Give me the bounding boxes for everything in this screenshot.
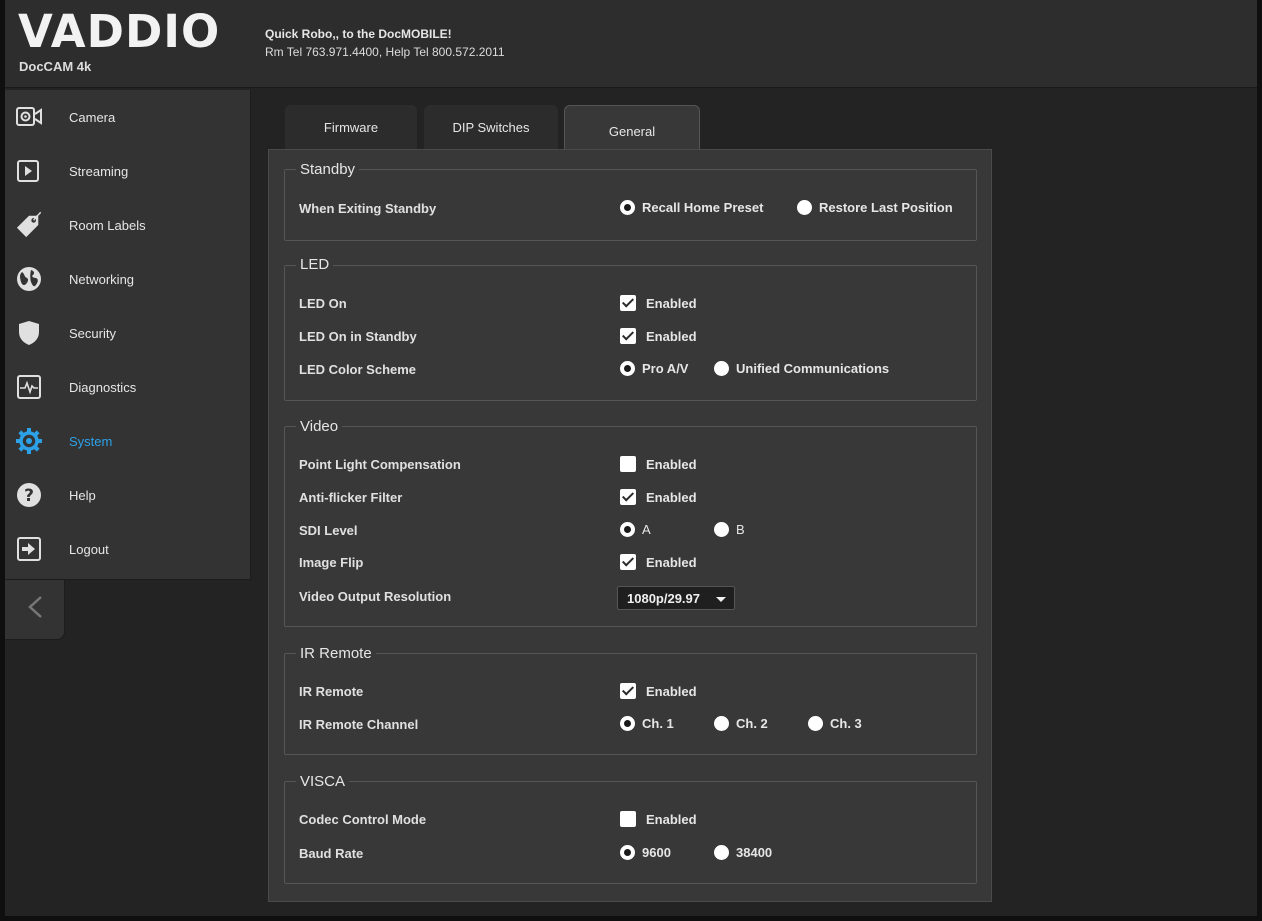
video-legend: Video	[296, 418, 343, 436]
led-on-label: LED On	[299, 296, 347, 311]
sdi-level-a-radio[interactable]: A	[620, 522, 651, 537]
video-output-resolution-label: Video Output Resolution	[299, 589, 452, 604]
tab-general[interactable]: General	[564, 105, 700, 152]
sidebar-item-networking[interactable]: Networking	[5, 252, 251, 306]
checkbox	[620, 489, 636, 505]
play-icon	[16, 158, 42, 184]
sdi-level-label: SDI Level	[299, 523, 358, 538]
point-light-compensation-label: Point Light Compensation	[299, 457, 461, 472]
radio-button	[620, 716, 635, 731]
checkbox	[620, 456, 636, 472]
pulse-icon	[16, 374, 42, 400]
image-flip-checkbox[interactable]: Enabled	[620, 554, 697, 570]
sidebar-item-help[interactable]: ? Help	[5, 468, 251, 522]
checkbox	[620, 683, 636, 699]
ir-channel-2-radio[interactable]: Ch. 2	[714, 716, 768, 731]
sdi-level-b-radio[interactable]: B	[714, 522, 745, 537]
tag-icon	[16, 211, 42, 238]
checkbox	[620, 811, 636, 827]
chevron-left-icon	[26, 594, 44, 625]
led-legend: LED	[296, 256, 334, 274]
sidebar-item-security[interactable]: Security	[5, 306, 251, 360]
codec-control-mode-checkbox[interactable]: Enabled	[620, 811, 697, 827]
sidebar-item-streaming[interactable]: Streaming	[5, 144, 251, 198]
codec-control-mode-label: Codec Control Mode	[299, 812, 427, 827]
baud-rate-label: Baud Rate	[299, 846, 364, 861]
anti-flicker-filter-label: Anti-flicker Filter	[299, 490, 403, 505]
ir-remote-label: IR Remote	[299, 684, 364, 699]
image-flip-label: Image Flip	[299, 555, 364, 570]
baud-38400-radio[interactable]: 38400	[714, 845, 772, 860]
vaddio-logo: VADDIO	[18, 5, 221, 58]
app-header: VADDIO DocCAM 4k Quick Robo,, to the Doc…	[0, 0, 1262, 88]
svg-text:?: ?	[24, 486, 34, 506]
room-name: Quick Robo,, to the DocMOBILE!	[265, 27, 452, 41]
sidebar-item-system[interactable]: System	[5, 414, 251, 468]
sidebar-item-label: Room Labels	[69, 217, 146, 233]
tab-dip-switches[interactable]: DIP Switches	[424, 105, 558, 149]
sidebar-item-label: Help	[69, 487, 96, 503]
gear-icon	[16, 428, 42, 454]
sidebar-item-label: Networking	[69, 271, 135, 287]
shield-icon	[16, 320, 42, 346]
radio-button	[714, 522, 729, 537]
ir-remote-checkbox[interactable]: Enabled	[620, 683, 697, 699]
radio-button	[714, 361, 729, 376]
ir-remote-group	[284, 653, 977, 755]
checkbox	[620, 328, 636, 344]
sidebar-item-label: System	[69, 433, 113, 449]
sidebar-item-label: Logout	[69, 541, 109, 557]
led-on-in-standby-label: LED On in Standby	[299, 329, 417, 344]
sidebar-collapse-button[interactable]	[5, 580, 65, 640]
ir-channel-1-radio[interactable]: Ch. 1	[620, 716, 674, 731]
sidebar-item-label: Camera	[69, 109, 116, 125]
radio-button	[797, 200, 812, 215]
help-icon: ?	[16, 482, 42, 508]
radio-button	[620, 200, 635, 215]
logout-icon	[16, 536, 42, 562]
radio-button	[808, 716, 823, 731]
sidebar: Camera Streaming Room Labels Networking …	[5, 90, 251, 580]
video-output-resolution-select[interactable]: 1080p/29.97	[617, 586, 735, 610]
unified-communications-radio[interactable]: Unified Communications	[714, 361, 889, 376]
sidebar-item-room-labels[interactable]: Room Labels	[5, 198, 251, 252]
radio-button	[714, 716, 729, 731]
led-on-checkbox[interactable]: Enabled	[620, 295, 697, 311]
point-light-compensation-checkbox[interactable]: Enabled	[620, 456, 697, 472]
ir-remote-channel-label: IR Remote Channel	[299, 717, 419, 732]
standby-legend: Standby	[296, 161, 360, 179]
globe-icon	[16, 266, 42, 292]
tab-firmware[interactable]: Firmware	[285, 105, 417, 149]
pro-av-radio[interactable]: Pro A/V	[620, 361, 688, 376]
radio-button	[714, 845, 729, 860]
radio-button	[620, 522, 635, 537]
product-name: DocCAM 4k	[19, 59, 92, 74]
baud-9600-radio[interactable]: 9600	[620, 845, 671, 860]
sidebar-item-label: Streaming	[69, 163, 129, 179]
checkbox	[620, 554, 636, 570]
visca-group	[284, 781, 977, 884]
radio-button	[620, 361, 635, 376]
when-exiting-standby-label: When Exiting Standby	[299, 201, 437, 216]
sidebar-item-label: Diagnostics	[69, 379, 137, 395]
radio-button	[620, 845, 635, 860]
led-on-in-standby-checkbox[interactable]: Enabled	[620, 328, 697, 344]
sidebar-item-camera[interactable]: Camera	[5, 90, 251, 144]
visca-legend: VISCA	[296, 773, 350, 791]
sidebar-item-logout[interactable]: Logout	[5, 522, 251, 576]
checkbox	[620, 295, 636, 311]
camera-icon	[16, 104, 42, 130]
room-phone-info: Rm Tel 763.971.4400, Help Tel 800.572.20…	[265, 45, 505, 59]
anti-flicker-filter-checkbox[interactable]: Enabled	[620, 489, 697, 505]
ir-channel-3-radio[interactable]: Ch. 3	[808, 716, 862, 731]
led-color-scheme-label: LED Color Scheme	[299, 362, 417, 377]
restore-last-position-radio[interactable]: Restore Last Position	[797, 200, 953, 215]
sidebar-item-diagnostics[interactable]: Diagnostics	[5, 360, 251, 414]
ir-remote-legend: IR Remote	[296, 645, 376, 663]
recall-home-preset-radio[interactable]: Recall Home Preset	[620, 200, 763, 215]
sidebar-item-label: Security	[69, 325, 116, 341]
caret-down-icon	[716, 597, 726, 602]
